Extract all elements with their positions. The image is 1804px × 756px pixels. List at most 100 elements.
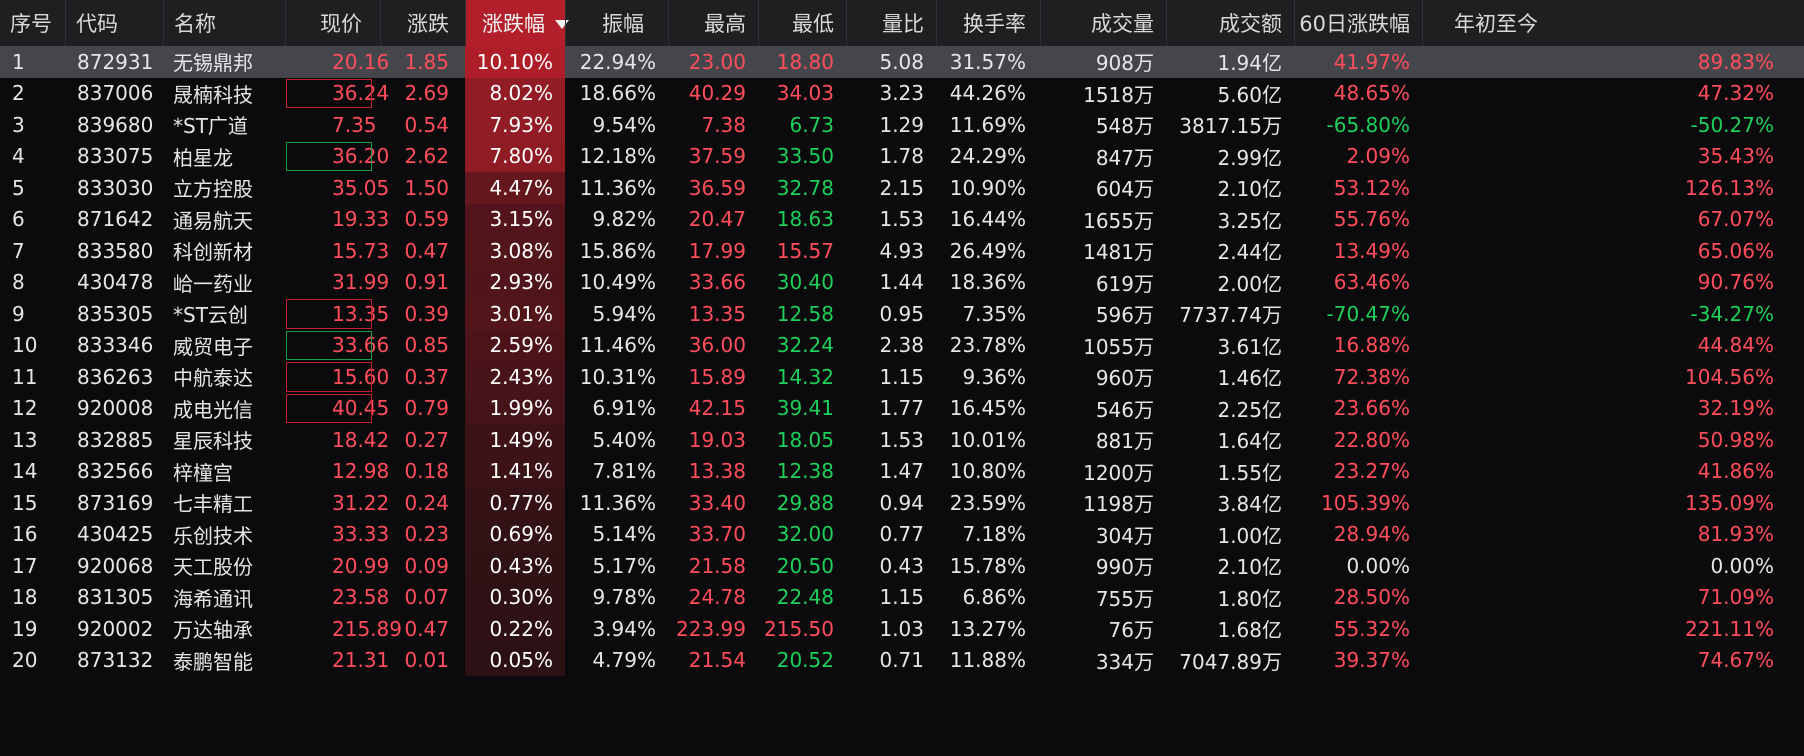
cell-ytd: 71.09% <box>1422 582 1804 614</box>
cell-amplitude: 10.49% <box>565 267 668 299</box>
table-row[interactable]: 5 833030 立方控股 35.05 1.50 4.47% 11.36% 36.59 32.7… <box>0 172 1804 204</box>
table-row[interactable]: 8 430478 峆一药业 31.99 0.91 2.93% 10.49% 33.66 30.4… <box>0 266 1804 299</box>
table-row[interactable]: 2 837006 晟楠科技 36.24 2.69 8.02% 18.66% 40.29 34.0… <box>0 77 1804 109</box>
header-col-turnover[interactable]: 换手率 <box>936 0 1040 46</box>
header-col-price[interactable]: 现价 <box>285 0 380 46</box>
cell-name: 梓橦宫 <box>163 456 285 488</box>
cell-volume: 990万 <box>1040 550 1166 582</box>
cell-ytd: 41.86% <box>1422 456 1804 488</box>
cell-change-60d-text: 63.46% <box>1333 270 1410 295</box>
table-row[interactable]: 10 833346 威贸电子 33.66 0.85 2.59% 11.46% 36.00 32.… <box>0 329 1804 361</box>
cell-turnover: 16.45% <box>936 393 1040 425</box>
cell-change-pct: 0.43% <box>465 550 565 582</box>
cell-turnover-text: 10.80% <box>949 459 1026 484</box>
cell-change-text: 1.50 <box>404 175 449 200</box>
cell-volume-text: 604万 <box>1095 177 1154 202</box>
cell-high-text: 19.03 <box>688 427 746 452</box>
cell-amplitude-text: 6.91% <box>592 396 656 421</box>
table-row[interactable]: 4 833075 柏星龙 36.20 2.62 7.80% 12.18% 37.59 33.50… <box>0 140 1804 172</box>
table-row[interactable]: 16 430425 乐创技术 33.33 0.23 0.69% 5.14% 33.70 32.0… <box>0 518 1804 551</box>
cell-price: 23.58 <box>285 582 389 614</box>
cell-index-text: 10 <box>12 333 38 358</box>
cell-name: 中航泰达 <box>163 361 285 393</box>
cell-name: 星辰科技 <box>163 424 285 456</box>
cell-volume-ratio-text: 2.15 <box>879 175 924 200</box>
header-col-volume-ratio[interactable]: 量比 <box>846 0 936 46</box>
cell-ytd-text: 71.09% <box>1697 585 1774 610</box>
cell-volume-ratio-text: 3.23 <box>879 81 924 106</box>
header-col-volume[interactable]: 成交量 <box>1040 0 1166 46</box>
cell-change-60d-text: 23.66% <box>1333 396 1410 421</box>
table-row[interactable]: 20 873132 泰鹏智能 21.31 0.01 0.05% 4.79% 21.54 20.5… <box>0 644 1804 676</box>
cell-change-pct-text: 0.77% <box>489 490 553 515</box>
cell-amount: 3817.15万 <box>1166 109 1294 141</box>
header-col-high-label: 最高 <box>704 12 746 36</box>
cell-code: 871642 <box>65 204 163 236</box>
cell-ytd-text: 44.84% <box>1697 333 1774 358</box>
table-row[interactable]: 14 832566 梓橦宫 12.98 0.18 1.41% 7.81% 13.38 12.38… <box>0 455 1804 488</box>
cell-turnover: 31.57% <box>936 46 1040 78</box>
table-row[interactable]: 12 920008 成电光信 40.45 0.79 1.99% 6.91% 42.15 39.4… <box>0 392 1804 425</box>
header-col-amount[interactable]: 成交额 <box>1166 0 1294 46</box>
table-row[interactable]: 17 920068 天工股份 20.99 0.09 0.43% 5.17% 21.58 20.5… <box>0 550 1804 582</box>
table-row[interactable]: 11 836263 中航泰达 15.60 0.37 2.43% 10.31% 15.89 14.… <box>0 361 1804 393</box>
cell-name-text: 晟楠科技 <box>173 82 253 107</box>
header-col-high[interactable]: 最高 <box>668 0 758 46</box>
table-row[interactable]: 19 920002 万达轴承 215.89 0.47 0.22% 3.94% 223.99 21… <box>0 613 1804 645</box>
cell-change-pct-text: 1.99% <box>489 396 553 421</box>
cell-turnover-text: 26.49% <box>949 238 1026 263</box>
cell-name-text: 立方控股 <box>173 177 253 202</box>
table-row[interactable]: 15 873169 七丰精工 31.22 0.24 0.77% 11.36% 33.40 29.… <box>0 487 1804 519</box>
cell-high: 20.47 <box>668 204 758 236</box>
cell-change-60d: 55.76% <box>1294 204 1422 236</box>
cell-name-text: 成电光信 <box>173 397 253 422</box>
table-row[interactable]: 1 872931 无锡鼎邦 20.16 1.85 10.10% 22.94% 23.00 18.… <box>0 46 1804 78</box>
cell-amplitude: 5.17% <box>565 550 668 582</box>
cell-change-text: 0.18 <box>404 459 449 484</box>
header-col-change-pct[interactable]: 涨跌幅 <box>465 0 569 46</box>
cell-high-text: 15.89 <box>688 364 746 389</box>
cell-index: 7 <box>0 235 65 267</box>
table-row[interactable]: 9 835305 *ST云创 13.35 0.39 3.01% 5.94% 13.35 12.5… <box>0 298 1804 330</box>
header-col-name[interactable]: 名称 <box>163 0 285 46</box>
cell-change-pct-text: 0.22% <box>489 616 553 641</box>
table-row[interactable]: 18 831305 海希通讯 23.58 0.07 0.30% 9.78% 24.78 22.4… <box>0 581 1804 614</box>
header-col-code[interactable]: 代码 <box>65 0 163 46</box>
cell-volume-text: 847万 <box>1095 145 1154 170</box>
cell-volume-text: 546万 <box>1095 397 1154 422</box>
cell-change-text: 0.54 <box>404 112 449 137</box>
cell-volume-ratio: 5.08 <box>846 46 936 78</box>
cell-change-pct: 1.99% <box>465 392 565 424</box>
cell-volume: 304万 <box>1040 519 1166 551</box>
cell-name: 峆一药业 <box>163 267 285 299</box>
header-col-change-60d-label: 60日涨跌幅 <box>1299 12 1410 36</box>
cell-ytd-text: 47.32% <box>1697 81 1774 106</box>
header-col-change[interactable]: 涨跌 <box>380 0 465 46</box>
cell-high: 19.03 <box>668 424 758 456</box>
cell-ytd-text: 74.67% <box>1697 648 1774 673</box>
cell-code-text: 835305 <box>77 301 154 326</box>
cell-amount-text: 2.44亿 <box>1217 240 1282 265</box>
header-col-amplitude[interactable]: 振幅 <box>565 0 668 46</box>
table-row[interactable]: 3 839680 *ST广道 7.35 0.54 7.93% 9.54% 7.38 6.73 1.… <box>0 109 1804 141</box>
cell-ytd: 104.56% <box>1422 361 1804 393</box>
header-col-amount-label: 成交额 <box>1219 12 1282 36</box>
table-row[interactable]: 13 832885 星辰科技 18.42 0.27 1.49% 5.40% 19.03 18.0… <box>0 424 1804 456</box>
cell-ytd-text: -50.27% <box>1690 112 1774 137</box>
cell-change-pct-text: 0.43% <box>489 553 553 578</box>
cell-high: 33.40 <box>668 487 758 519</box>
table-header-row: 序号 代码 名称 现价 涨跌 涨跌幅 振幅 最高 最低 量比 换手率 成交量 成… <box>0 0 1804 47</box>
header-col-change-60d[interactable]: 60日涨跌幅 <box>1294 0 1422 46</box>
cell-code: 831305 <box>65 582 163 614</box>
table-row[interactable]: 6 871642 通易航天 19.33 0.59 3.15% 9.82% 20.47 18.63… <box>0 203 1804 236</box>
cell-change-60d-text: 55.32% <box>1333 616 1410 641</box>
table-row[interactable]: 7 833580 科创新材 15.73 0.47 3.08% 15.86% 17.99 15.5… <box>0 235 1804 267</box>
cell-volume-text: 1055万 <box>1083 334 1154 359</box>
cell-low-text: 32.00 <box>776 522 834 547</box>
cell-code-text: 837006 <box>77 81 154 106</box>
cell-change-60d: 28.94% <box>1294 519 1422 551</box>
header-col-ytd[interactable]: 年初至今 <box>1422 0 1804 46</box>
header-col-low[interactable]: 最低 <box>758 0 846 46</box>
header-col-index[interactable]: 序号 <box>0 0 65 46</box>
cell-volume: 596万 <box>1040 298 1166 330</box>
